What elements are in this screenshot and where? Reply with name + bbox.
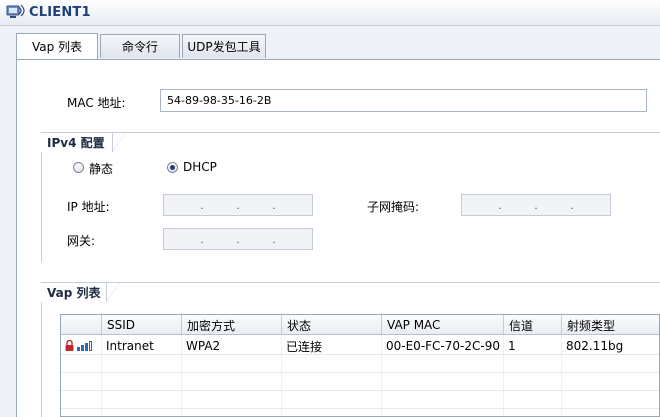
mac-address-value: 54-89-98-35-16-2B xyxy=(167,94,272,107)
table-row-empty xyxy=(61,373,659,391)
vap-table-header: SSID 加密方式 状态 VAP MAC 信道 射频类型 xyxy=(61,315,659,335)
tab-strip: Vap 列表 命令行 UDP发包工具 xyxy=(0,26,660,63)
static-radio-label: 静态 xyxy=(89,162,114,176)
vap-table: SSID 加密方式 状态 VAP MAC 信道 射频类型 Intranet WP… xyxy=(60,314,660,417)
tab-udp-tool[interactable]: UDP发包工具 xyxy=(182,34,266,58)
dhcp-radio[interactable] xyxy=(167,162,178,173)
gateway-field[interactable]: ... xyxy=(163,228,313,250)
tab-vap-list[interactable]: Vap 列表 xyxy=(16,33,98,59)
signal-strength-icon xyxy=(77,341,92,351)
mac-address-label: MAC 地址: xyxy=(67,96,126,110)
static-radio[interactable] xyxy=(73,162,84,173)
vap-list-title: Vap 列表 xyxy=(41,282,120,302)
cell-encryption: WPA2 xyxy=(186,339,221,353)
table-row-empty xyxy=(61,355,659,373)
table-row[interactable]: Intranet WPA2 已连接 00-E0-FC-70-2C-90 1 80… xyxy=(61,337,659,355)
cell-status: 已连接 xyxy=(286,339,323,354)
column-vap-mac[interactable]: VAP MAC xyxy=(381,315,503,335)
ip-address-field[interactable]: ... xyxy=(163,194,313,216)
window-title: CLIENT1 xyxy=(29,5,91,20)
table-row-empty xyxy=(61,391,659,409)
ip-address-label: IP 地址: xyxy=(67,200,110,214)
column-radio-type[interactable]: 射频类型 xyxy=(561,315,660,335)
ipv4-config-title: IPv4 配置 xyxy=(41,132,126,152)
column-status[interactable]: 状态 xyxy=(281,315,381,335)
column-channel[interactable]: 信道 xyxy=(503,315,561,335)
column-encryption[interactable]: 加密方式 xyxy=(181,315,281,335)
row-status-icons xyxy=(65,340,92,351)
client-app-icon xyxy=(6,4,25,18)
gateway-label: 网关: xyxy=(67,234,96,248)
dhcp-radio-label: DHCP xyxy=(183,160,217,174)
cell-ssid: Intranet xyxy=(106,339,154,353)
subnet-mask-label: 子网掩码: xyxy=(367,200,420,214)
cell-radio-type: 802.11bg xyxy=(566,339,624,353)
mac-address-field[interactable]: 54-89-98-35-16-2B xyxy=(160,89,647,112)
cell-vap-mac: 00-E0-FC-70-2C-90 xyxy=(386,339,500,353)
column-ssid[interactable]: SSID xyxy=(101,315,181,335)
window-title-bar: CLIENT1 xyxy=(0,0,660,26)
tab-command-line[interactable]: 命令行 xyxy=(100,34,180,58)
cell-channel: 1 xyxy=(508,339,516,353)
subnet-mask-field[interactable]: ... xyxy=(461,194,611,216)
lock-icon xyxy=(65,340,74,351)
